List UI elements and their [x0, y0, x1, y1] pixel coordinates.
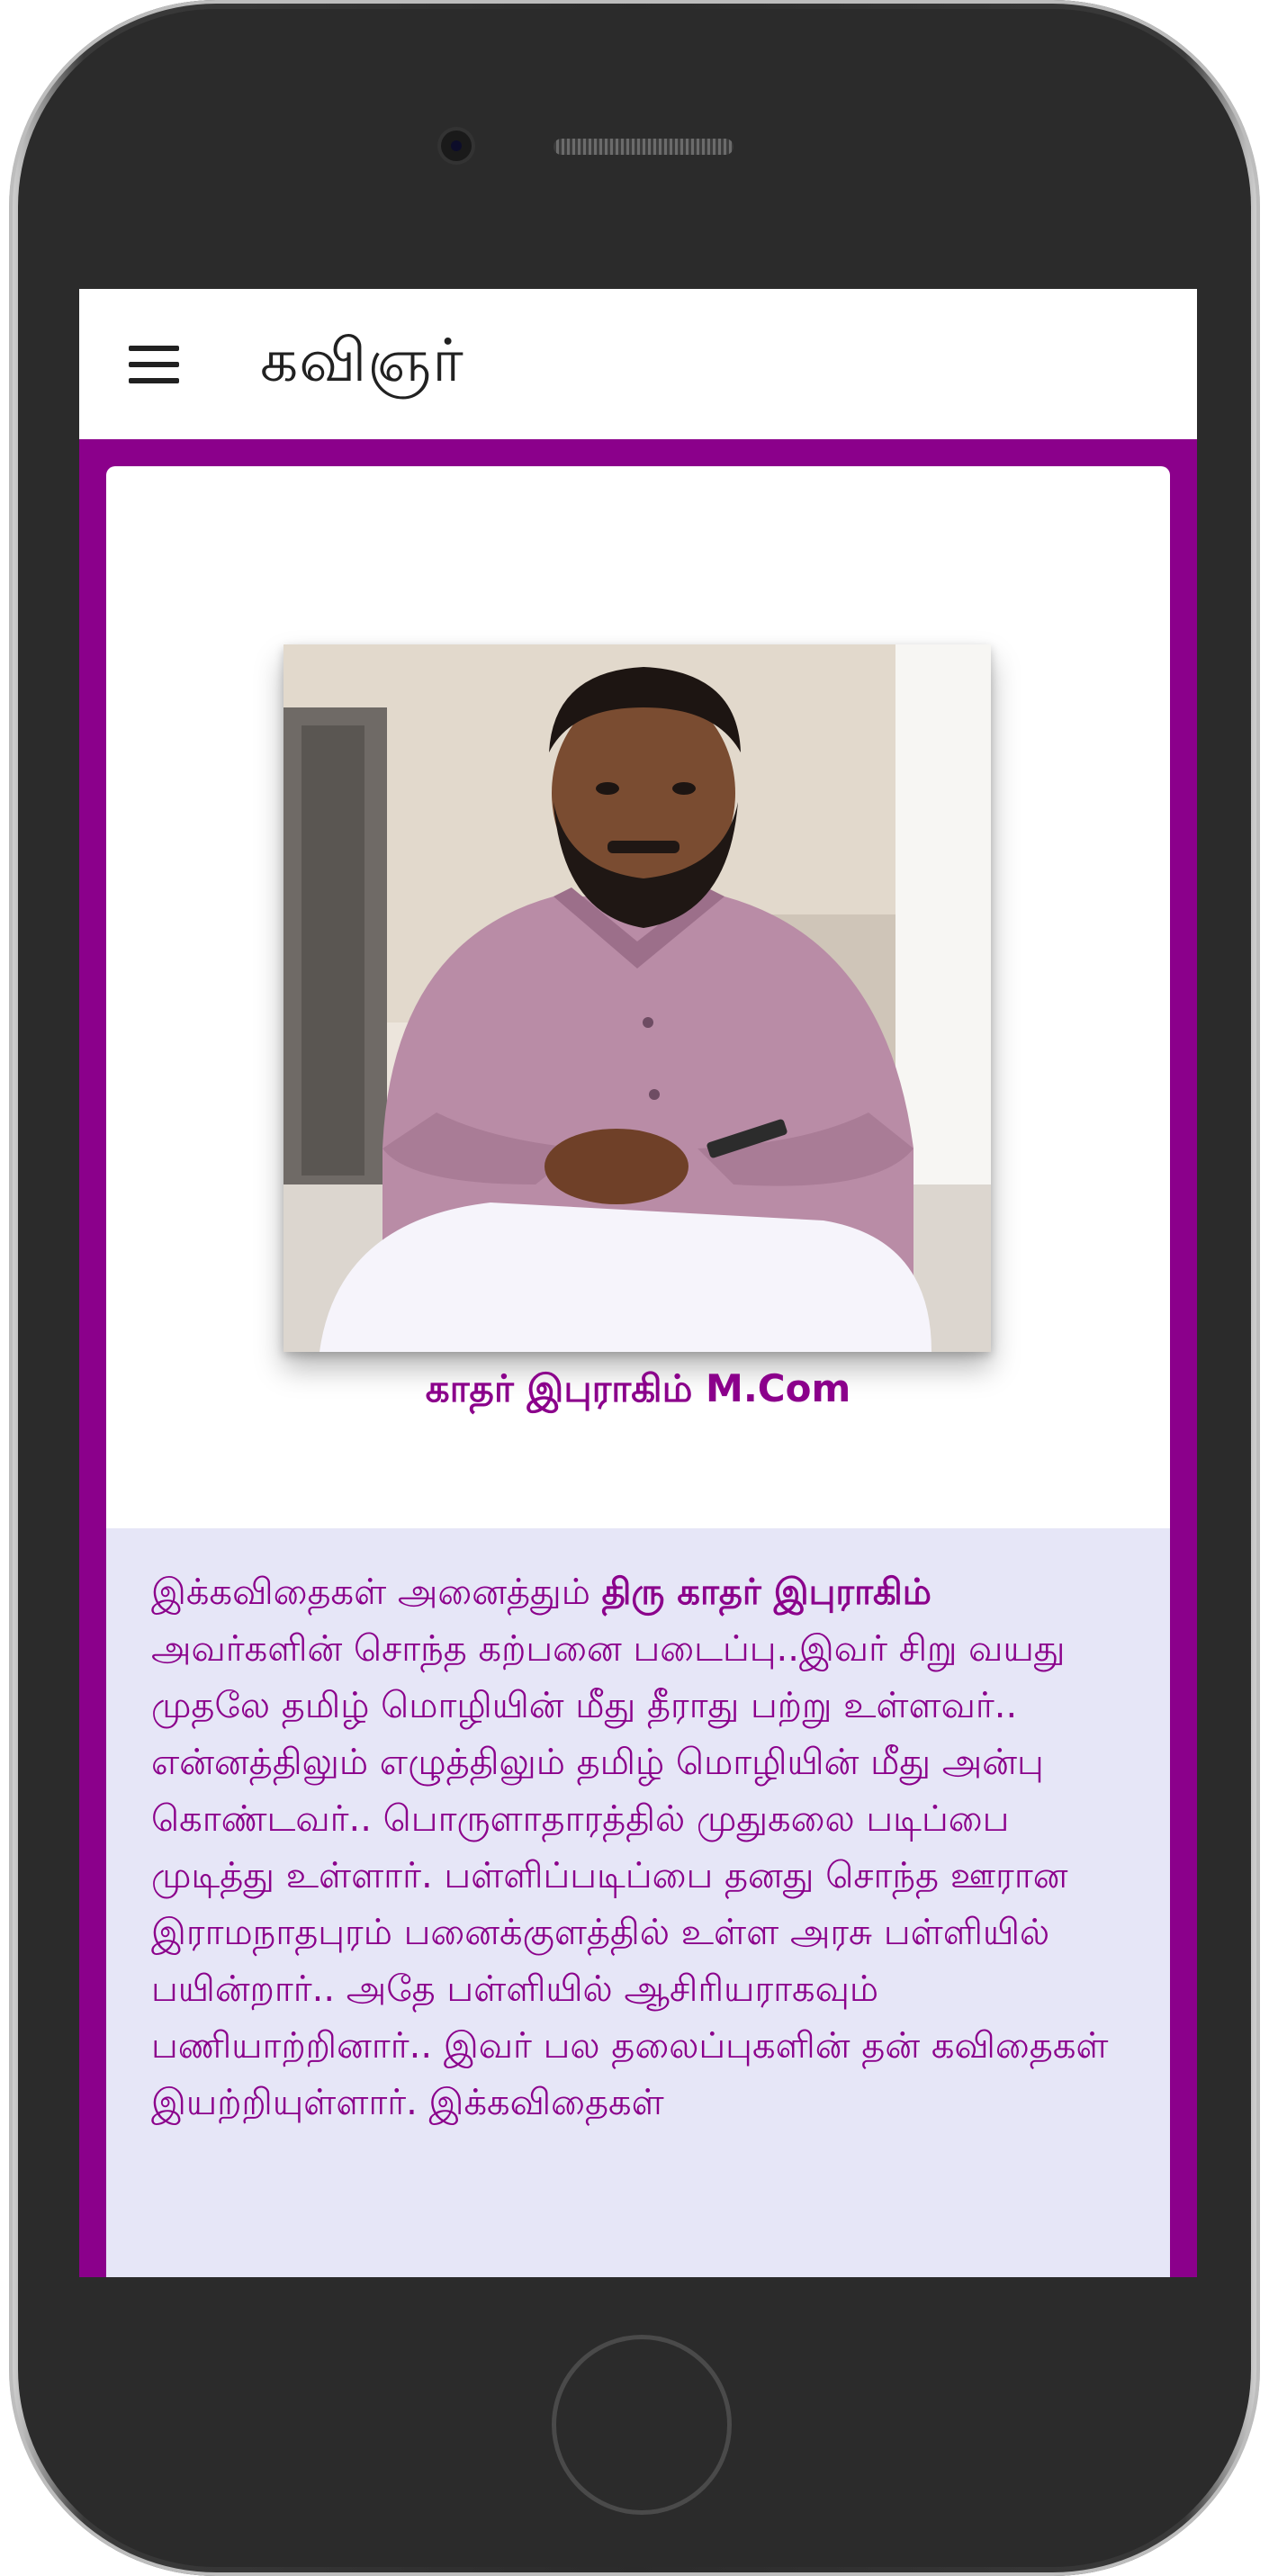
bio-section: இக்கவிதைகள் அனைத்தும் திரு காதர் இபுராகி… — [106, 1528, 1170, 2277]
hamburger-menu-icon[interactable] — [129, 345, 179, 383]
bio-body: அவர்களின் சொந்த கற்பனை படைப்பு..இவர் சிற… — [151, 1628, 1109, 2123]
profile-caption: காதர் இபுராகிம் M.Com — [425, 1366, 851, 1410]
page-title: கவிஞர் — [260, 325, 464, 395]
bio-lead: இக்கவிதைகள் அனைத்தும் — [151, 1572, 602, 1613]
app-bar: கவிஞர் — [79, 289, 1197, 439]
profile-card: காதர் இபுராகிம் M.Com இக்கவிதைகள் அனைத்த… — [106, 466, 1170, 2277]
bio-text: இக்கவிதைகள் அனைத்தும் திரு காதர் இபுராகி… — [151, 1564, 1132, 2131]
home-button[interactable] — [552, 2335, 732, 2515]
front-camera — [441, 131, 472, 161]
app-screen: கவிஞர் காதர் இபுராகிம் M.Com இக்கவிதைகள்… — [79, 289, 1197, 2277]
earpiece-speaker — [554, 139, 734, 155]
profile-photo — [284, 644, 991, 1352]
bio-name: திரு காதர் இபுராகிம் — [601, 1572, 932, 1613]
phone-frame: கவிஞர் காதர் இபுராகிம் M.Com இக்கவிதைகள்… — [9, 0, 1260, 2576]
